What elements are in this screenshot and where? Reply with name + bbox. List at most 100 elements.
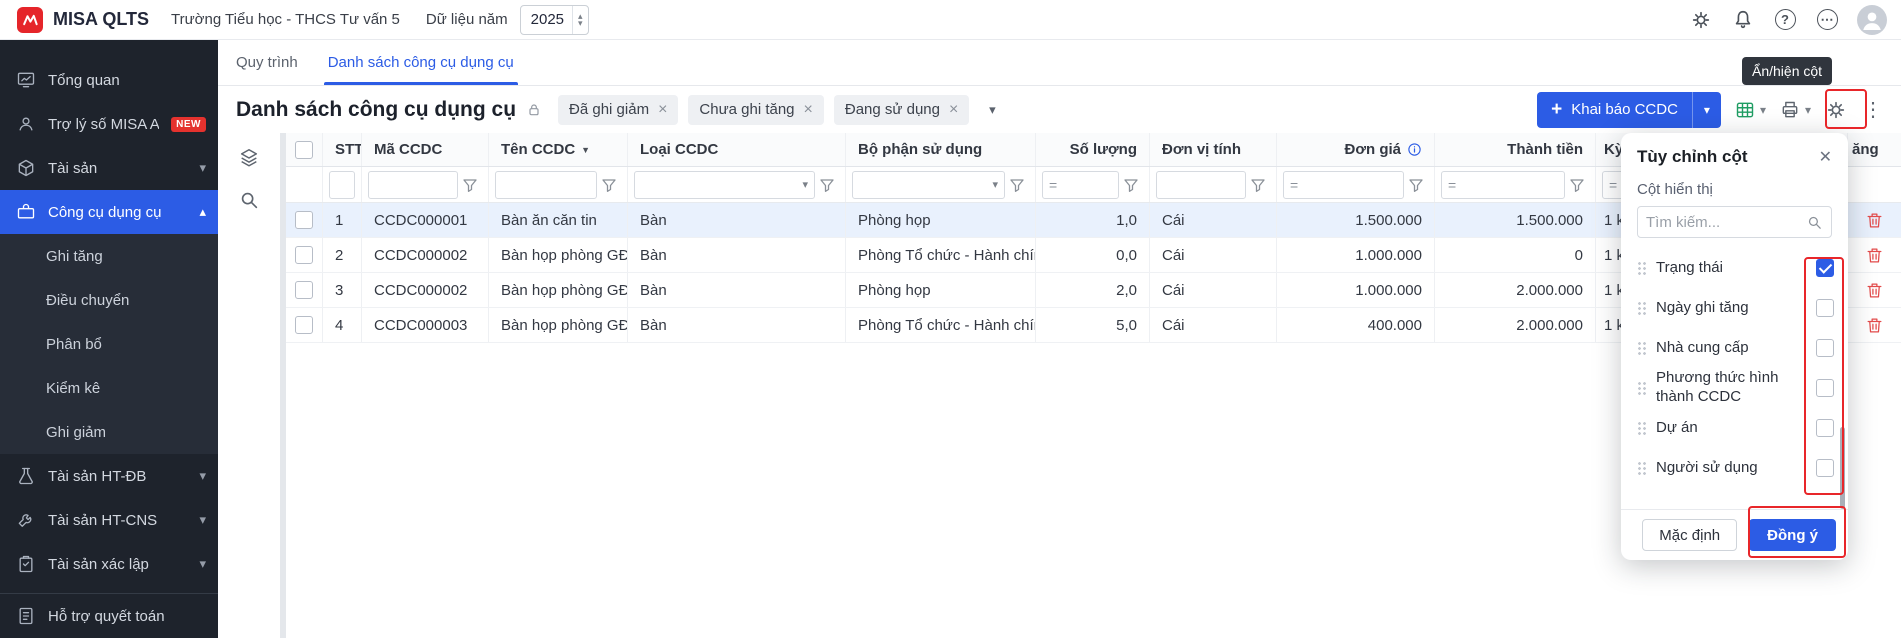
header-loai-ccdc[interactable]: Loại CCDC xyxy=(628,133,846,166)
declare-ccdc-split-button[interactable]: + Khai báo CCDC ▾ xyxy=(1537,92,1721,128)
column-item-trang-thai[interactable]: Trạng thái xyxy=(1621,248,1848,288)
close-icon[interactable]: ✕ xyxy=(1819,147,1832,167)
equals-icon[interactable]: = xyxy=(1609,177,1617,193)
chips-dropdown-button[interactable]: ▾ xyxy=(979,97,1005,123)
declare-ccdc-button[interactable]: + Khai báo CCDC xyxy=(1537,92,1693,128)
drag-handle-icon[interactable] xyxy=(1637,301,1646,315)
column-item-phuong-thuc-hinh-thanh[interactable]: Phương thức hình thành CCDC xyxy=(1621,368,1848,408)
header-ten-ccdc[interactable]: Tên CCDC ▼ xyxy=(489,133,628,166)
funnel-icon[interactable] xyxy=(1250,175,1270,195)
info-icon[interactable] xyxy=(1407,142,1422,157)
submenu-item-phan-bo[interactable]: Phân bổ xyxy=(0,322,218,366)
filter-dvt-input[interactable] xyxy=(1156,171,1246,199)
column-settings-gear-button[interactable] xyxy=(1825,99,1847,121)
drag-handle-icon[interactable] xyxy=(1637,341,1646,355)
submenu-item-ghi-tang[interactable]: Ghi tăng xyxy=(0,234,218,278)
delete-row-button[interactable] xyxy=(1865,316,1884,335)
tab-danh-sach-ccdc[interactable]: Danh sách công cụ dụng cụ xyxy=(328,40,514,85)
notifications-bell-icon[interactable] xyxy=(1731,8,1755,32)
column-item-ngay-ghi-tang[interactable]: Ngày ghi tăng xyxy=(1621,288,1848,328)
column-item-nguoi-su-dung[interactable]: Người sử dụng xyxy=(1621,448,1848,488)
submenu-item-kiem-ke[interactable]: Kiểm kê xyxy=(0,366,218,410)
spinner-down-icon[interactable]: ▾ xyxy=(578,20,583,27)
row-checkbox[interactable] xyxy=(295,316,313,334)
delete-row-button[interactable] xyxy=(1865,211,1884,230)
funnel-icon[interactable] xyxy=(601,175,621,195)
delete-row-button[interactable] xyxy=(1865,246,1884,265)
filter-thanhtien-input[interactable]: = xyxy=(1441,171,1565,199)
default-button[interactable]: Mặc định xyxy=(1642,519,1737,551)
search-icon[interactable] xyxy=(238,189,260,211)
sidebar-item-ho-tro-quyet-toan[interactable]: Hỗ trợ quyết toán xyxy=(0,594,218,638)
settings-gear-icon[interactable] xyxy=(1689,8,1713,32)
confirm-button[interactable]: Đồng ý xyxy=(1749,519,1836,551)
equals-icon[interactable]: = xyxy=(1448,177,1456,193)
layers-icon[interactable] xyxy=(238,147,260,169)
filter-bophan-select[interactable]: ▾ xyxy=(852,171,1005,199)
funnel-icon[interactable] xyxy=(462,175,482,195)
help-icon[interactable]: ? xyxy=(1773,8,1797,32)
chip-close-icon[interactable]: × xyxy=(658,102,667,118)
sidebar-item-tai-san-ht-cns[interactable]: Tài sản HT-CNS ▾ xyxy=(0,498,218,542)
year-spinner[interactable]: ▴ ▾ xyxy=(572,6,588,34)
sidebar-item-tro-ly-ava[interactable]: Trợ lý số MISA AVA NEW xyxy=(0,102,218,146)
sidebar-item-tong-quan[interactable]: Tổng quan xyxy=(0,58,218,102)
filter-stt-input[interactable] xyxy=(329,171,355,199)
filter-ten-input[interactable] xyxy=(495,171,597,199)
drag-handle-icon[interactable] xyxy=(1637,381,1646,395)
chip-close-icon[interactable]: × xyxy=(949,102,958,118)
filter-soluong-input[interactable]: = xyxy=(1042,171,1119,199)
submenu-item-dieu-chuyen[interactable]: Điều chuyển xyxy=(0,278,218,322)
funnel-icon[interactable] xyxy=(1408,175,1428,195)
column-item-du-an[interactable]: Dự án xyxy=(1621,408,1848,448)
user-avatar[interactable] xyxy=(1857,5,1887,35)
filter-chip-chua-ghi-tang[interactable]: Chưa ghi tăng × xyxy=(688,95,823,125)
chip-close-icon[interactable]: × xyxy=(804,102,813,118)
header-don-gia[interactable]: Đơn giá xyxy=(1277,133,1435,166)
drag-handle-icon[interactable] xyxy=(1637,261,1646,275)
drag-handle-icon[interactable] xyxy=(1637,461,1646,475)
filter-chip-da-ghi-giam[interactable]: Đã ghi giảm × xyxy=(558,95,678,125)
funnel-icon[interactable] xyxy=(1569,175,1589,195)
sidebar-item-tai-san[interactable]: Tài sản ▾ xyxy=(0,146,218,190)
header-stt[interactable]: STT xyxy=(323,133,362,166)
column-search-input[interactable] xyxy=(1646,214,1800,231)
filter-chip-dang-su-dung[interactable]: Đang sử dụng × xyxy=(834,95,969,125)
sidebar-item-tai-san-ht-db[interactable]: Tài sản HT-ĐB ▾ xyxy=(0,454,218,498)
row-checkbox[interactable] xyxy=(295,246,313,264)
panel-scrollbar[interactable] xyxy=(1840,427,1845,509)
header-ma-ccdc[interactable]: Mã CCDC xyxy=(362,133,489,166)
filter-ma-input[interactable] xyxy=(368,171,458,199)
header-don-vi-tinh[interactable]: Đơn vị tính xyxy=(1150,133,1277,166)
more-actions-button[interactable]: ⋮ xyxy=(1861,98,1885,122)
delete-row-button[interactable] xyxy=(1865,281,1884,300)
column-checkbox[interactable] xyxy=(1816,379,1834,397)
row-checkbox[interactable] xyxy=(295,281,313,299)
print-button[interactable]: ▾ xyxy=(1780,100,1811,120)
funnel-icon[interactable] xyxy=(1009,175,1029,195)
declare-ccdc-dropdown[interactable]: ▾ xyxy=(1693,92,1721,128)
drag-handle-icon[interactable] xyxy=(1637,421,1646,435)
column-checkbox[interactable] xyxy=(1816,259,1834,277)
sidebar-item-cong-cu-dung-cu[interactable]: Công cụ dụng cụ ▴ xyxy=(0,190,218,234)
column-search-box[interactable] xyxy=(1637,206,1832,238)
column-checkbox[interactable] xyxy=(1816,339,1834,357)
row-checkbox[interactable] xyxy=(295,211,313,229)
more-options-icon[interactable]: ⋯ xyxy=(1815,8,1839,32)
filter-loai-select[interactable]: ▾ xyxy=(634,171,815,199)
column-checkbox[interactable] xyxy=(1816,459,1834,477)
tab-quy-trinh[interactable]: Quy trình xyxy=(236,40,298,85)
sidebar-item-tai-san-xac-lap[interactable]: Tài sản xác lập ▾ xyxy=(0,542,218,586)
year-select[interactable]: 2025 ▴ ▾ xyxy=(520,5,589,35)
view-layout-button[interactable]: ▾ xyxy=(1735,100,1766,120)
equals-icon[interactable]: = xyxy=(1049,177,1057,193)
column-checkbox[interactable] xyxy=(1816,419,1834,437)
header-bo-phan[interactable]: Bộ phận sử dụng xyxy=(846,133,1036,166)
column-item-nha-cung-cap[interactable]: Nhà cung cấp xyxy=(1621,328,1848,368)
equals-icon[interactable]: = xyxy=(1290,177,1298,193)
header-clipped-column[interactable]: ăng xyxy=(1848,133,1901,166)
column-checkbox[interactable] xyxy=(1816,299,1834,317)
funnel-icon[interactable] xyxy=(1123,175,1143,195)
select-all-checkbox[interactable] xyxy=(295,141,313,159)
funnel-icon[interactable] xyxy=(819,175,839,195)
